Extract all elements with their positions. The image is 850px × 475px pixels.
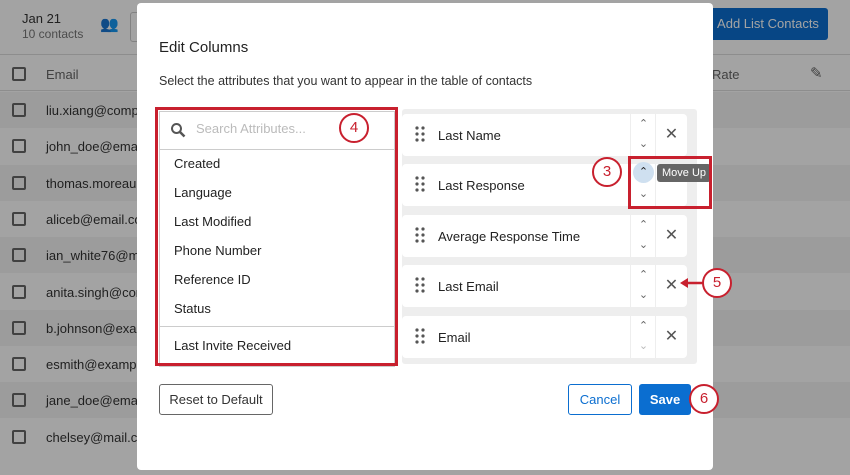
drag-handle-icon[interactable] <box>415 227 425 243</box>
selected-column-card[interactable]: Last Email ⌃ ⌄ ✕ <box>402 265 687 307</box>
callout-6: 6 <box>689 384 719 414</box>
save-button[interactable]: Save <box>639 384 691 415</box>
callout-box-3 <box>628 156 712 209</box>
callout-4: 4 <box>339 113 369 143</box>
move-up-icon[interactable]: ⌃ <box>637 268 650 281</box>
selected-column-card[interactable]: Last Name ⌃ ⌄ ✕ <box>402 114 687 156</box>
column-label: Last Name <box>438 128 501 143</box>
modal-title: Edit Columns <box>159 39 249 56</box>
drag-handle-icon[interactable] <box>415 126 425 142</box>
move-up-icon[interactable]: ⌃ <box>637 319 650 332</box>
callout-3: 3 <box>592 157 622 187</box>
column-label: Average Response Time <box>438 229 581 244</box>
move-down-icon[interactable]: ⌄ <box>637 339 650 352</box>
callout-arrow-icon <box>680 278 704 288</box>
move-up-icon[interactable]: ⌃ <box>637 117 650 130</box>
modal-subtitle: Select the attributes that you want to a… <box>159 74 533 88</box>
callout-5: 5 <box>702 268 732 298</box>
move-down-icon[interactable]: ⌄ <box>637 137 650 150</box>
move-up-icon[interactable]: ⌃ <box>637 218 650 231</box>
callout-box-4 <box>155 107 398 366</box>
move-down-icon[interactable]: ⌄ <box>637 238 650 251</box>
reorder-controls: ⌃⌄ <box>630 215 655 257</box>
drag-handle-icon[interactable] <box>415 328 425 344</box>
drag-handle-icon[interactable] <box>415 277 425 293</box>
move-down-icon[interactable]: ⌄ <box>637 288 650 301</box>
column-label: Last Email <box>438 279 499 294</box>
remove-column-icon[interactable]: ✕ <box>655 215 687 257</box>
selected-columns: Last Name ⌃⌄ ✕ Last Response ⌃⌄ Average … <box>402 109 697 364</box>
reorder-controls: ⌃⌄ <box>630 316 655 358</box>
reorder-controls: ⌃⌄ <box>630 114 655 156</box>
drag-handle-icon[interactable] <box>415 176 425 192</box>
column-label: Last Response <box>438 178 525 193</box>
column-label: Email <box>438 330 471 345</box>
reset-to-default-button[interactable]: Reset to Default <box>159 384 273 415</box>
selected-column-card[interactable]: Email ⌃ ⌄ ✕ <box>402 316 687 358</box>
remove-column-icon[interactable]: ✕ <box>655 316 687 358</box>
remove-column-icon[interactable]: ✕ <box>655 114 687 156</box>
reorder-controls: ⌃⌄ <box>630 265 655 307</box>
selected-column-card[interactable]: Average Response Time ⌃ ⌄ ✕ <box>402 215 687 257</box>
cancel-button[interactable]: Cancel <box>568 384 632 415</box>
